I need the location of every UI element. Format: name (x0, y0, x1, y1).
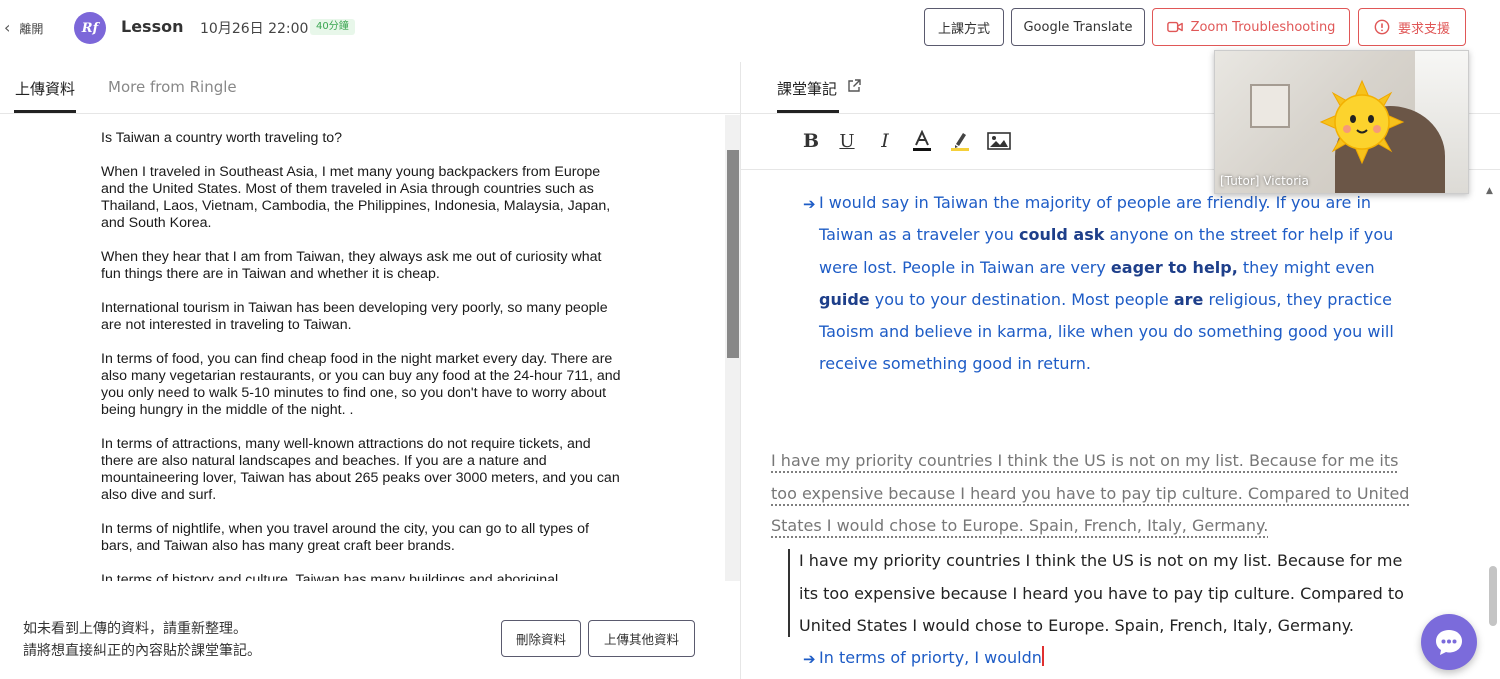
doc-paragraph: Is Taiwan a country worth traveling to? (101, 130, 343, 146)
leave-button[interactable]: ‹ 離開 (4, 17, 54, 39)
class-notes-editor[interactable]: ➔ I would say in Taiwan the majority of … (741, 171, 1486, 679)
document-viewer[interactable]: Is Taiwan a country worth traveling to? … (0, 115, 740, 581)
text-color-icon[interactable] (909, 128, 935, 154)
highlight-icon[interactable] (947, 128, 973, 154)
chat-bubble-icon (1436, 630, 1462, 655)
tab-class-notes[interactable]: 課堂筆記 (777, 78, 837, 99)
arrow-right-icon: ➔ (803, 650, 816, 668)
ringle-logo: Rf (74, 12, 106, 44)
underline-button[interactable]: U (834, 128, 860, 154)
quote-bar (788, 549, 790, 637)
upload-other-material-button[interactable]: 上傳其他資料 (588, 620, 695, 657)
tutor-correction-note: I would say in Taiwan the majority of pe… (819, 187, 1414, 381)
document-content: Is Taiwan a country worth traveling to? … (101, 130, 621, 581)
class-method-button[interactable]: 上課方式 (924, 8, 1004, 46)
chevron-left-icon: ‹ (4, 18, 11, 37)
upload-help-note: 如未看到上傳的資料，請重新整理。 請將想直接糾正的內容貼於課堂筆記。 (23, 621, 261, 659)
top-header: ‹ 離開 Rf Lesson 10月26日 22:00 40分鐘 上課方式 Go… (0, 0, 1500, 56)
doc-paragraph: In terms of history and culture, Taiwan … (101, 572, 559, 581)
doc-paragraph: In terms of nightlife, when you travel a… (101, 521, 589, 554)
left-tabs: 上傳資料 More from Ringle (0, 62, 740, 114)
doc-paragraph: In terms of attractions, many well-known… (101, 436, 620, 503)
quoted-student-text: I have my priority countries I think the… (799, 551, 1404, 635)
left-footer: 如未看到上傳的資料，請重新整理。 請將想直接糾正的內容貼於課堂筆記。 刪除資料 … (0, 582, 740, 679)
tab-more-from-ringle[interactable]: More from Ringle (108, 78, 237, 96)
zoom-troubleshooting-button[interactable]: Zoom Troubleshooting (1152, 8, 1350, 46)
italic-button[interactable]: I (872, 128, 898, 154)
text-segment: you to your destination. Most people (869, 289, 1174, 309)
scroll-up-arrow-icon[interactable]: ▲ (1486, 186, 1493, 196)
request-support-button[interactable]: 要求支援 (1358, 8, 1466, 46)
video-camera-icon (1166, 19, 1183, 35)
sun-sticker-icon (1319, 79, 1405, 165)
video-background-frame (1250, 84, 1290, 128)
tutor-video-feed[interactable]: [Tutor] Victoria (1214, 50, 1469, 194)
alert-circle-icon (1374, 19, 1390, 35)
chat-support-button[interactable] (1421, 614, 1477, 670)
leave-label: 離開 (19, 21, 44, 36)
lesson-datetime: 10月26日 22:00 (200, 21, 309, 37)
doc-paragraph: When I traveled in Southeast Asia, I met… (101, 164, 611, 231)
bold-text-segment: guide (819, 289, 870, 309)
bold-text-segment: are (1173, 289, 1204, 309)
insert-image-icon[interactable] (986, 128, 1012, 154)
bold-button[interactable]: B (798, 128, 824, 154)
text-cursor (1041, 646, 1044, 666)
doc-paragraph: In terms of food, you can find cheap foo… (101, 351, 621, 418)
document-scrollbar-thumb[interactable] (727, 150, 739, 358)
arrow-right-icon: ➔ (803, 195, 816, 213)
external-link-icon[interactable] (846, 78, 862, 94)
delete-material-button[interactable]: 刪除資料 (501, 620, 581, 657)
tab-uploaded-materials[interactable]: 上傳資料 (15, 78, 75, 99)
notes-scrollbar-thumb[interactable] (1489, 566, 1497, 626)
bold-text-segment: could ask (1019, 225, 1105, 245)
google-translate-button[interactable]: Google Translate (1011, 8, 1145, 46)
video-participant-label: [Tutor] Victoria (1220, 174, 1309, 188)
duration-badge: 40分鐘 (310, 19, 355, 35)
lesson-title: Lesson (121, 17, 184, 36)
doc-paragraph: When they hear that I am from Taiwan, th… (101, 249, 602, 282)
doc-paragraph: International tourism in Taiwan has been… (101, 300, 608, 333)
bold-text-segment: eager to help, (1110, 257, 1238, 277)
active-tab-indicator (14, 110, 76, 113)
student-original-text: I have my priority countries I think the… (771, 451, 1410, 535)
text-segment: they might even (1237, 257, 1375, 277)
tutor-correction-in-progress: In terms of priorty, I wouldn (819, 646, 1044, 667)
